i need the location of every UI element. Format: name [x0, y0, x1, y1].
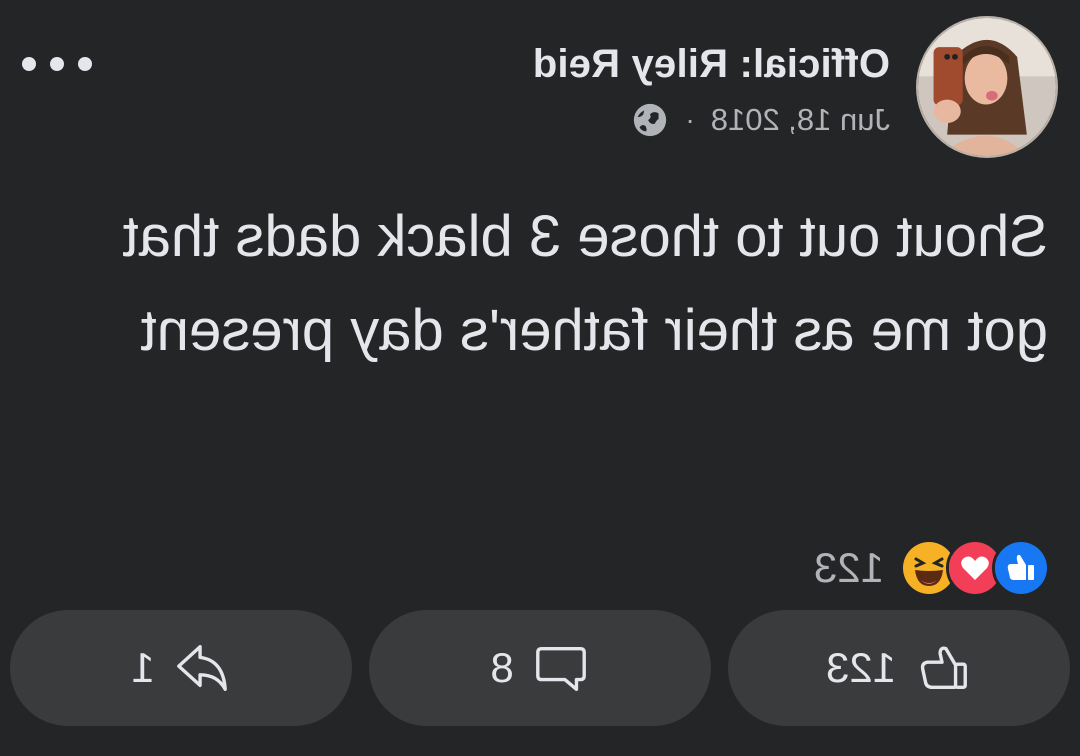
more-horizontal-icon	[22, 57, 36, 71]
like-count: 123	[825, 644, 897, 691]
like-reaction-icon	[992, 539, 1050, 597]
reaction-count: 123	[813, 544, 884, 591]
comment-count: 8	[490, 644, 514, 691]
globe-icon	[631, 101, 669, 139]
post-actions: 123 8 1	[10, 610, 1070, 726]
thumbs-up-icon	[914, 639, 972, 697]
more-horizontal-icon	[78, 57, 92, 71]
comment-bubble-icon	[532, 639, 590, 697]
like-button[interactable]: 123	[728, 610, 1070, 726]
more-horizontal-icon	[50, 57, 64, 71]
post-meta: Jun 18, 2018 ·	[631, 98, 890, 142]
post-text: Shout out to those 3 black dads that got…	[122, 204, 1048, 363]
share-arrow-icon	[173, 639, 231, 697]
share-button[interactable]: 1	[10, 610, 352, 726]
share-count: 1	[131, 644, 155, 691]
reactions-summary[interactable]: 123	[813, 539, 1050, 597]
comment-button[interactable]: 8	[369, 610, 711, 726]
author-name[interactable]: Official: Riley Reid	[533, 42, 890, 87]
avatar-photo	[918, 18, 1056, 156]
post-date[interactable]: Jun 18, 2018	[711, 102, 890, 138]
post-card: Official: Riley Reid Jun 18, 2018 · Shou…	[0, 0, 1080, 756]
author-avatar[interactable]	[916, 16, 1058, 158]
more-options-button[interactable]	[22, 46, 92, 82]
meta-separator: ·	[685, 104, 695, 135]
